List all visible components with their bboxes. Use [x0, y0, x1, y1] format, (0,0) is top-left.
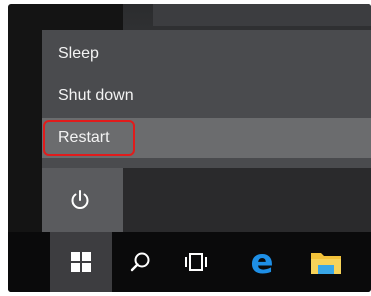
- shut-down-menu-item[interactable]: Shut down: [42, 76, 371, 116]
- file-explorer-icon: [311, 253, 341, 274]
- task-view-icon: [185, 253, 207, 271]
- power-menu: Sleep Shut down Restart: [42, 30, 371, 251]
- start-menu-left-rail: [42, 168, 123, 232]
- sleep-label: Sleep: [58, 45, 99, 62]
- search-icon: [130, 252, 150, 272]
- windows-logo-icon: [71, 252, 91, 272]
- monitor-screen: Sleep Shut down Restart e: [8, 4, 371, 292]
- sleep-menu-item[interactable]: Sleep: [42, 34, 371, 74]
- power-icon[interactable]: [68, 188, 92, 212]
- search-button[interactable]: [118, 240, 162, 284]
- taskbar: e: [8, 232, 371, 292]
- restart-highlight-annotation: [43, 120, 135, 156]
- restart-menu-item[interactable]: Restart: [42, 118, 371, 251]
- edge-browser-icon: e: [250, 242, 274, 282]
- shut-down-label: Shut down: [58, 87, 134, 104]
- start-menu-tiles-area: [123, 168, 371, 232]
- task-view-button[interactable]: [174, 240, 218, 284]
- edge-browser-button[interactable]: e: [240, 240, 284, 284]
- start-button[interactable]: [50, 232, 112, 292]
- file-explorer-button[interactable]: [304, 240, 348, 284]
- desktop-top-strip: [153, 4, 371, 26]
